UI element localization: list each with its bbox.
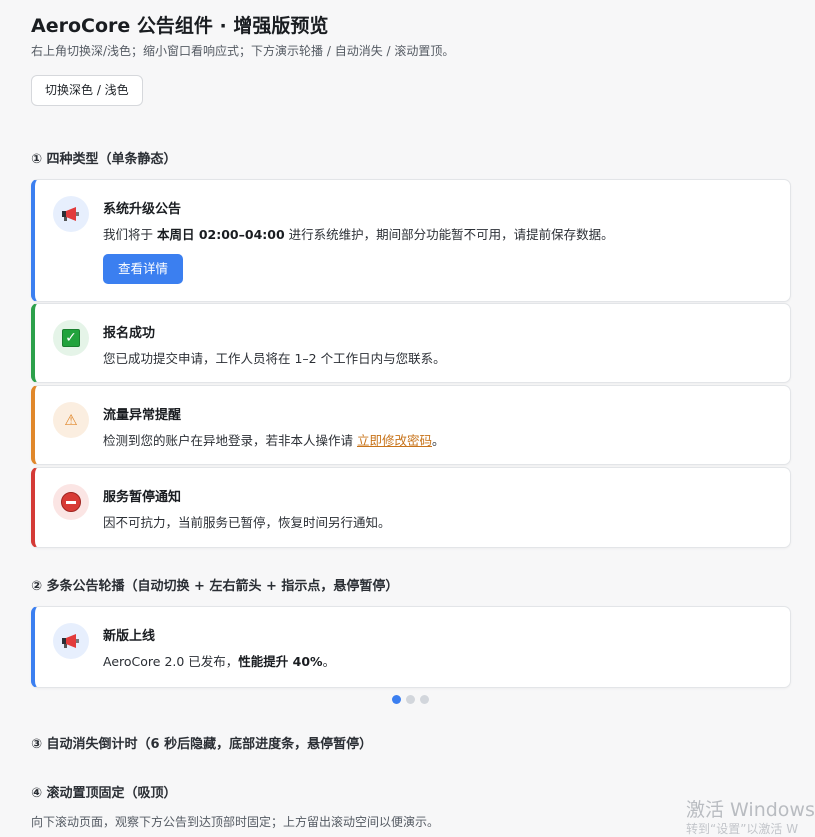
carousel-body: AeroCore 2.0 已发布，性能提升 40%。 bbox=[103, 654, 336, 669]
notice-body: 检测到您的账户在异地登录，若非本人操作请 立即修改密码。 bbox=[103, 433, 445, 448]
warning-icon: ⚠ bbox=[53, 402, 89, 438]
carousel-dot-2[interactable] bbox=[406, 695, 415, 704]
notice-title: 系统升级公告 bbox=[103, 202, 182, 217]
activation-watermark: 激活 Windows bbox=[686, 799, 815, 821]
megaphone-icon bbox=[53, 623, 89, 659]
notice-card-error: 服务暂停通知 因不可抗力，当前服务已暂停，恢复时间另行通知。 bbox=[31, 467, 791, 548]
notice-card-success: ✓ 报名成功 您已成功提交申请，工作人员将在 1–2 个工作日内与您联系。 bbox=[31, 303, 791, 383]
notice-body: 因不可抗力，当前服务已暂停，恢复时间另行通知。 bbox=[103, 515, 391, 530]
carousel-dots bbox=[392, 695, 429, 704]
notice-title: 流量异常提醒 bbox=[103, 408, 182, 423]
megaphone-icon bbox=[53, 196, 89, 232]
activation-watermark-sub: 转到“设置”以激活 W bbox=[686, 822, 799, 836]
notice-body: 您已成功提交申请，工作人员将在 1–2 个工作日内与您联系。 bbox=[103, 351, 446, 366]
page-subtitle: 右上角切换深/浅色；缩小窗口看响应式；下方演示轮播 / 自动消失 / 滚动置顶。 bbox=[31, 44, 455, 58]
notice-body: 我们将于 本周日 02:00–04:00 进行系统维护，期间部分功能暂不可用，请… bbox=[103, 227, 614, 242]
carousel-title: 新版上线 bbox=[103, 629, 156, 644]
notice-title: 报名成功 bbox=[103, 326, 156, 341]
section-title-types: ① 四种类型（单条静态） bbox=[31, 152, 177, 167]
carousel-dot-3[interactable] bbox=[420, 695, 429, 704]
notice-card-warning: ⚠ 流量异常提醒 检测到您的账户在异地登录，若非本人操作请 立即修改密码。 bbox=[31, 385, 791, 465]
check-icon: ✓ bbox=[53, 320, 89, 356]
carousel-dot-1[interactable] bbox=[392, 695, 401, 704]
no-entry-icon bbox=[53, 484, 89, 520]
view-details-button[interactable]: 查看详情 bbox=[103, 254, 184, 284]
theme-toggle-button[interactable]: 切换深色 / 浅色 bbox=[31, 75, 143, 106]
carousel-card[interactable]: 新版上线 AeroCore 2.0 已发布，性能提升 40%。 bbox=[31, 606, 791, 688]
page-title: AeroCore 公告组件 · 增强版预览 bbox=[31, 15, 329, 37]
section-title-auto-dismiss: ③ 自动消失倒计时（6 秒后隐藏，底部进度条，悬停暂停） bbox=[31, 737, 373, 752]
notice-card-info: 系统升级公告 我们将于 本周日 02:00–04:00 进行系统维护，期间部分功… bbox=[31, 179, 791, 302]
section-title-sticky: ④ 滚动置顶固定（吸顶） bbox=[31, 786, 177, 801]
notice-title: 服务暂停通知 bbox=[103, 490, 182, 505]
sticky-description: 向下滚动页面，观察下方公告到达顶部时固定；上方留出滚动空间以便演示。 bbox=[31, 815, 440, 829]
change-password-link[interactable]: 立即修改密码 bbox=[357, 433, 432, 448]
section-title-carousel: ② 多条公告轮播（自动切换 + 左右箭头 + 指示点，悬停暂停） bbox=[31, 579, 399, 594]
